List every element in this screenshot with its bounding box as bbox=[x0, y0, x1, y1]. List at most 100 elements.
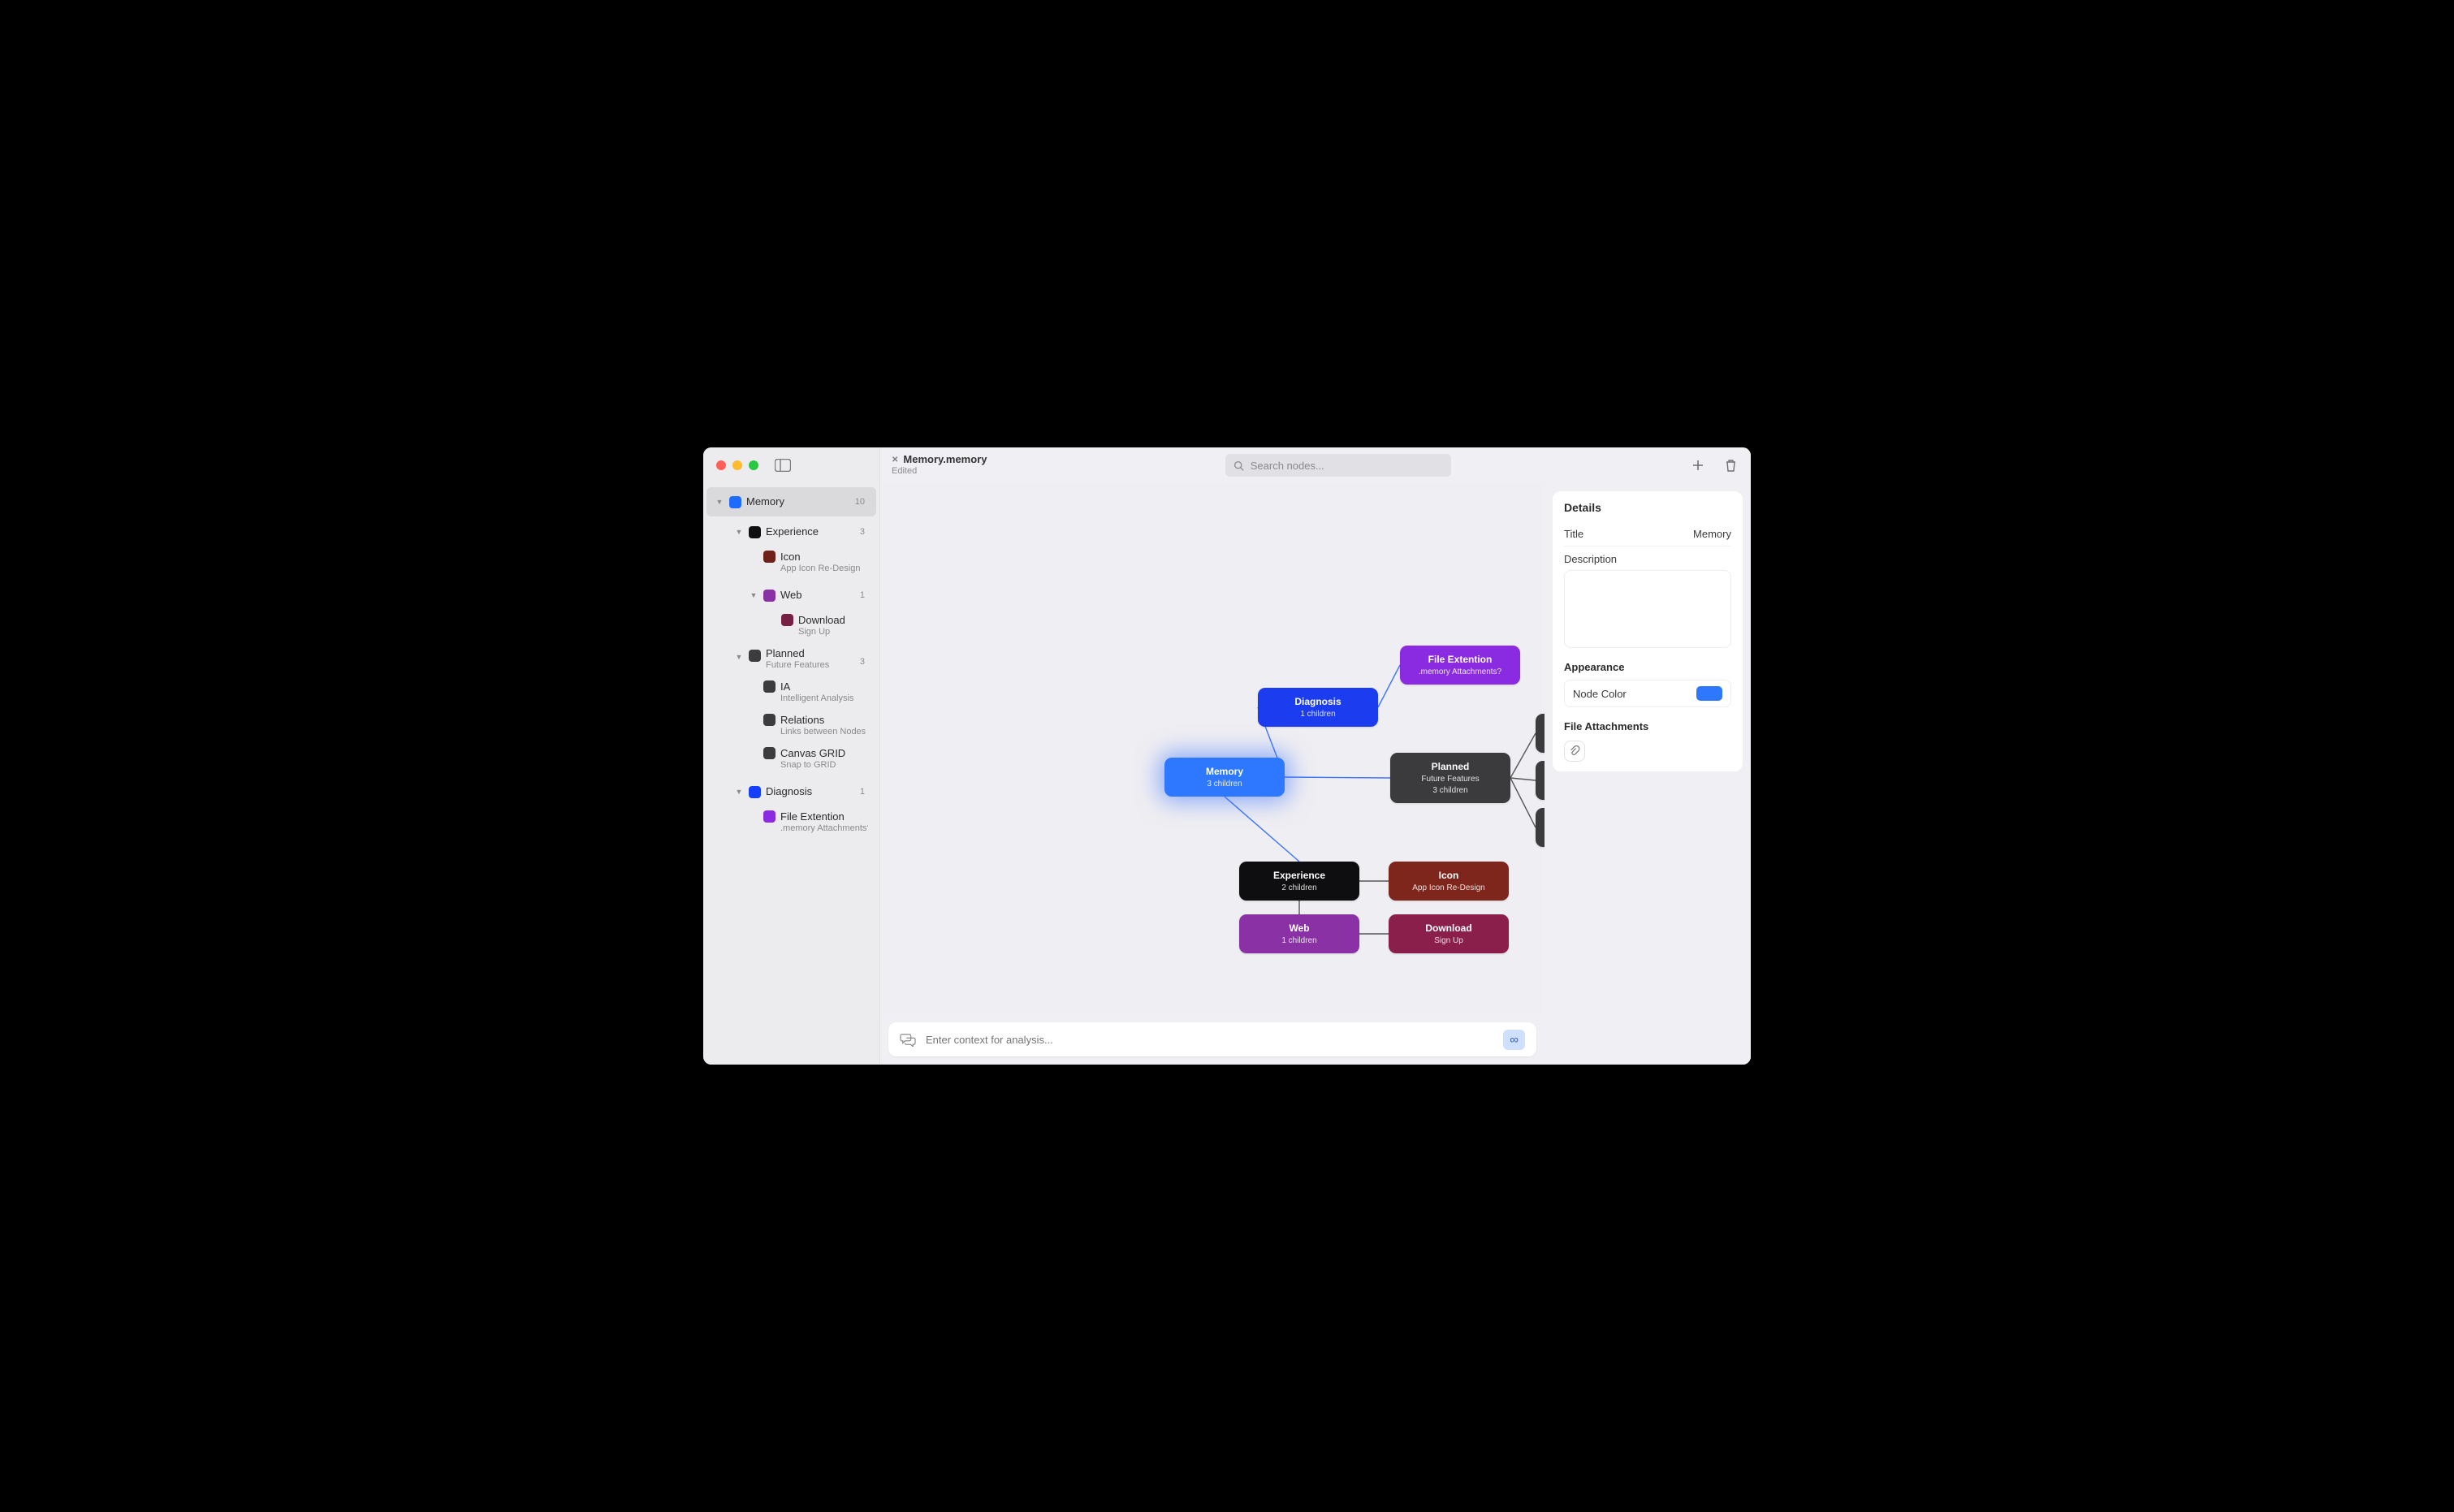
color-swatch bbox=[749, 650, 761, 662]
close-document-button[interactable]: ✕ bbox=[892, 456, 898, 465]
node-subtitle: 2 children bbox=[1251, 883, 1348, 892]
canvas-node-icon[interactable]: IconApp Icon Re-Design bbox=[1389, 862, 1509, 901]
tree-item-web[interactable]: ▼ Web 1 bbox=[706, 581, 876, 610]
node-subtitle: 3 children bbox=[1176, 780, 1273, 788]
canvas-node-download[interactable]: Download Sign Up bbox=[1389, 914, 1509, 953]
inspector-panel: Details Title Memory Description Appeara… bbox=[1553, 491, 1743, 771]
node-title: Icon bbox=[1400, 870, 1497, 881]
canvas-node-experience[interactable]: Experience 2 children bbox=[1239, 862, 1359, 901]
tree-item-file-extention[interactable]: File Extention.memory Attachments? bbox=[706, 807, 876, 840]
tree-item-subtitle: Snap to GRID bbox=[780, 760, 868, 771]
window-controls bbox=[716, 460, 758, 470]
search-input[interactable]: Search nodes... bbox=[1225, 454, 1451, 477]
tree-item-icon[interactable]: IconApp Icon Re-Design bbox=[706, 547, 876, 580]
add-attachment-button[interactable] bbox=[1564, 741, 1585, 762]
node-subtitle: .memory Attachments? bbox=[1411, 667, 1509, 676]
node-subtitle: 1 children bbox=[1269, 710, 1367, 719]
color-swatch bbox=[763, 714, 776, 726]
node-subtitle: 1 children bbox=[1251, 936, 1348, 945]
node-title: File Extention bbox=[1411, 654, 1509, 665]
node-title: Experience bbox=[1251, 870, 1348, 881]
search-placeholder: Search nodes... bbox=[1251, 460, 1324, 472]
chevron-down-icon[interactable]: ▼ bbox=[749, 590, 758, 600]
node-title: Download bbox=[1400, 922, 1497, 934]
sidebar-icon bbox=[775, 459, 791, 472]
titlebar-left bbox=[703, 447, 879, 483]
chevron-down-icon[interactable]: ▼ bbox=[715, 497, 724, 507]
canvas[interactable]: Memory3 children Diagnosis 1 children File … bbox=[880, 483, 1545, 1014]
chevron-down-icon[interactable]: ▼ bbox=[734, 652, 744, 662]
canvas-node-memory[interactable]: Memory3 children bbox=[1164, 758, 1285, 797]
node-title: Planned bbox=[1402, 761, 1499, 772]
close-window-button[interactable] bbox=[716, 460, 726, 470]
tree-item-label: Icon bbox=[780, 551, 868, 564]
tree-item-label: Web bbox=[780, 589, 855, 602]
tree-item-download[interactable]: DownloadSign Up bbox=[706, 611, 876, 643]
canvas-node-relations[interactable]: RelationsLinks between Nodes bbox=[1536, 808, 1545, 847]
context-bar: ∞ bbox=[888, 1022, 1536, 1056]
tree-item-label: File Extention bbox=[780, 810, 868, 823]
description-label: Description bbox=[1564, 553, 1731, 565]
chevron-down-icon[interactable]: ▼ bbox=[734, 787, 744, 797]
outline-tree: ▼ Memory 10 ▼ Experience 3 IconApp Icon … bbox=[703, 483, 879, 1065]
tree-item-count: 1 bbox=[860, 590, 868, 600]
add-button[interactable] bbox=[1689, 456, 1707, 474]
node-subtitle: Sign Up bbox=[1400, 936, 1497, 945]
zoom-window-button[interactable] bbox=[749, 460, 758, 470]
canvas-node-canvas_grid[interactable]: Canvas GRIDSnap to GRID bbox=[1536, 714, 1545, 753]
tree-item-subtitle: .memory Attachments? bbox=[780, 823, 868, 835]
node-color-value[interactable] bbox=[1696, 686, 1722, 701]
node-title: Web bbox=[1251, 922, 1348, 934]
tree-item-label: Memory bbox=[746, 495, 850, 508]
tree-item-ia[interactable]: IAIntelligent Analysis bbox=[706, 677, 876, 710]
tree-item-label: Download bbox=[798, 614, 868, 627]
tree-item-count: 3 bbox=[860, 657, 868, 667]
canvas-node-ia[interactable]: IAIntelligent Analysis bbox=[1536, 761, 1545, 800]
plus-icon bbox=[1691, 459, 1704, 472]
tree-item-label: Diagnosis bbox=[766, 785, 855, 798]
node-title: Diagnosis bbox=[1269, 696, 1367, 707]
title-label: Title bbox=[1564, 528, 1583, 540]
delete-button[interactable] bbox=[1722, 456, 1739, 474]
tree-item-label: Experience bbox=[766, 525, 855, 538]
description-input[interactable] bbox=[1564, 570, 1731, 648]
tree-item-relations[interactable]: RelationsLinks between Nodes bbox=[706, 711, 876, 743]
toolbar-right bbox=[1689, 456, 1739, 474]
tree-item-label: Relations bbox=[780, 714, 868, 727]
tree-item-canvas-grid[interactable]: Canvas GRIDSnap to GRID bbox=[706, 744, 876, 776]
node-color-label: Node Color bbox=[1573, 688, 1627, 700]
chevron-down-icon[interactable]: ▼ bbox=[734, 527, 744, 537]
toggle-sidebar-button[interactable] bbox=[775, 459, 791, 472]
tree-item-subtitle: Future Features bbox=[766, 660, 855, 672]
color-swatch bbox=[729, 496, 741, 508]
tree-item-experience[interactable]: ▼ Experience 3 bbox=[706, 517, 876, 546]
minimize-window-button[interactable] bbox=[732, 460, 742, 470]
canvas-node-web[interactable]: Web 1 children bbox=[1239, 914, 1359, 953]
content-split: Memory3 children Diagnosis 1 children File … bbox=[880, 483, 1751, 1065]
analysis-run-button[interactable]: ∞ bbox=[1503, 1030, 1525, 1050]
appearance-heading: Appearance bbox=[1564, 661, 1731, 673]
tree-item-subtitle: App Icon Re-Design bbox=[780, 564, 868, 575]
tree-item-subtitle: Links between Nodes bbox=[780, 727, 868, 738]
tree-item-label: Canvas GRID bbox=[780, 747, 868, 760]
infinity-icon: ∞ bbox=[1510, 1033, 1519, 1047]
trash-icon bbox=[1725, 459, 1737, 473]
context-input[interactable] bbox=[926, 1034, 1493, 1046]
node-color-field[interactable]: Node Color bbox=[1564, 680, 1731, 707]
canvas-node-planned[interactable]: PlannedFuture Features3 children bbox=[1390, 753, 1510, 803]
tree-item-label: Planned bbox=[766, 647, 855, 660]
topbar: ✕ Memory.memory Edited Search nodes... bbox=[880, 447, 1751, 483]
title-field[interactable]: Title Memory bbox=[1564, 522, 1731, 546]
tree-item-planned[interactable]: ▼ PlannedFuture Features 3 bbox=[706, 644, 876, 676]
color-swatch bbox=[763, 590, 776, 602]
inspector: Details Title Memory Description Appeara… bbox=[1545, 483, 1751, 1065]
tree-item-diagnosis[interactable]: ▼ Diagnosis 1 bbox=[706, 777, 876, 806]
chat-icon bbox=[900, 1032, 916, 1047]
node-subtitle: Future Features bbox=[1402, 775, 1499, 784]
canvas-node-file_ext[interactable]: File Extention .memory Attachments? bbox=[1400, 646, 1520, 685]
canvas-node-diagnosis[interactable]: Diagnosis 1 children bbox=[1258, 688, 1378, 727]
color-swatch bbox=[763, 747, 776, 759]
tree-item-memory[interactable]: ▼ Memory 10 bbox=[706, 487, 876, 516]
app-window: ▼ Memory 10 ▼ Experience 3 IconApp Icon … bbox=[703, 447, 1751, 1065]
details-heading: Details bbox=[1564, 501, 1731, 514]
